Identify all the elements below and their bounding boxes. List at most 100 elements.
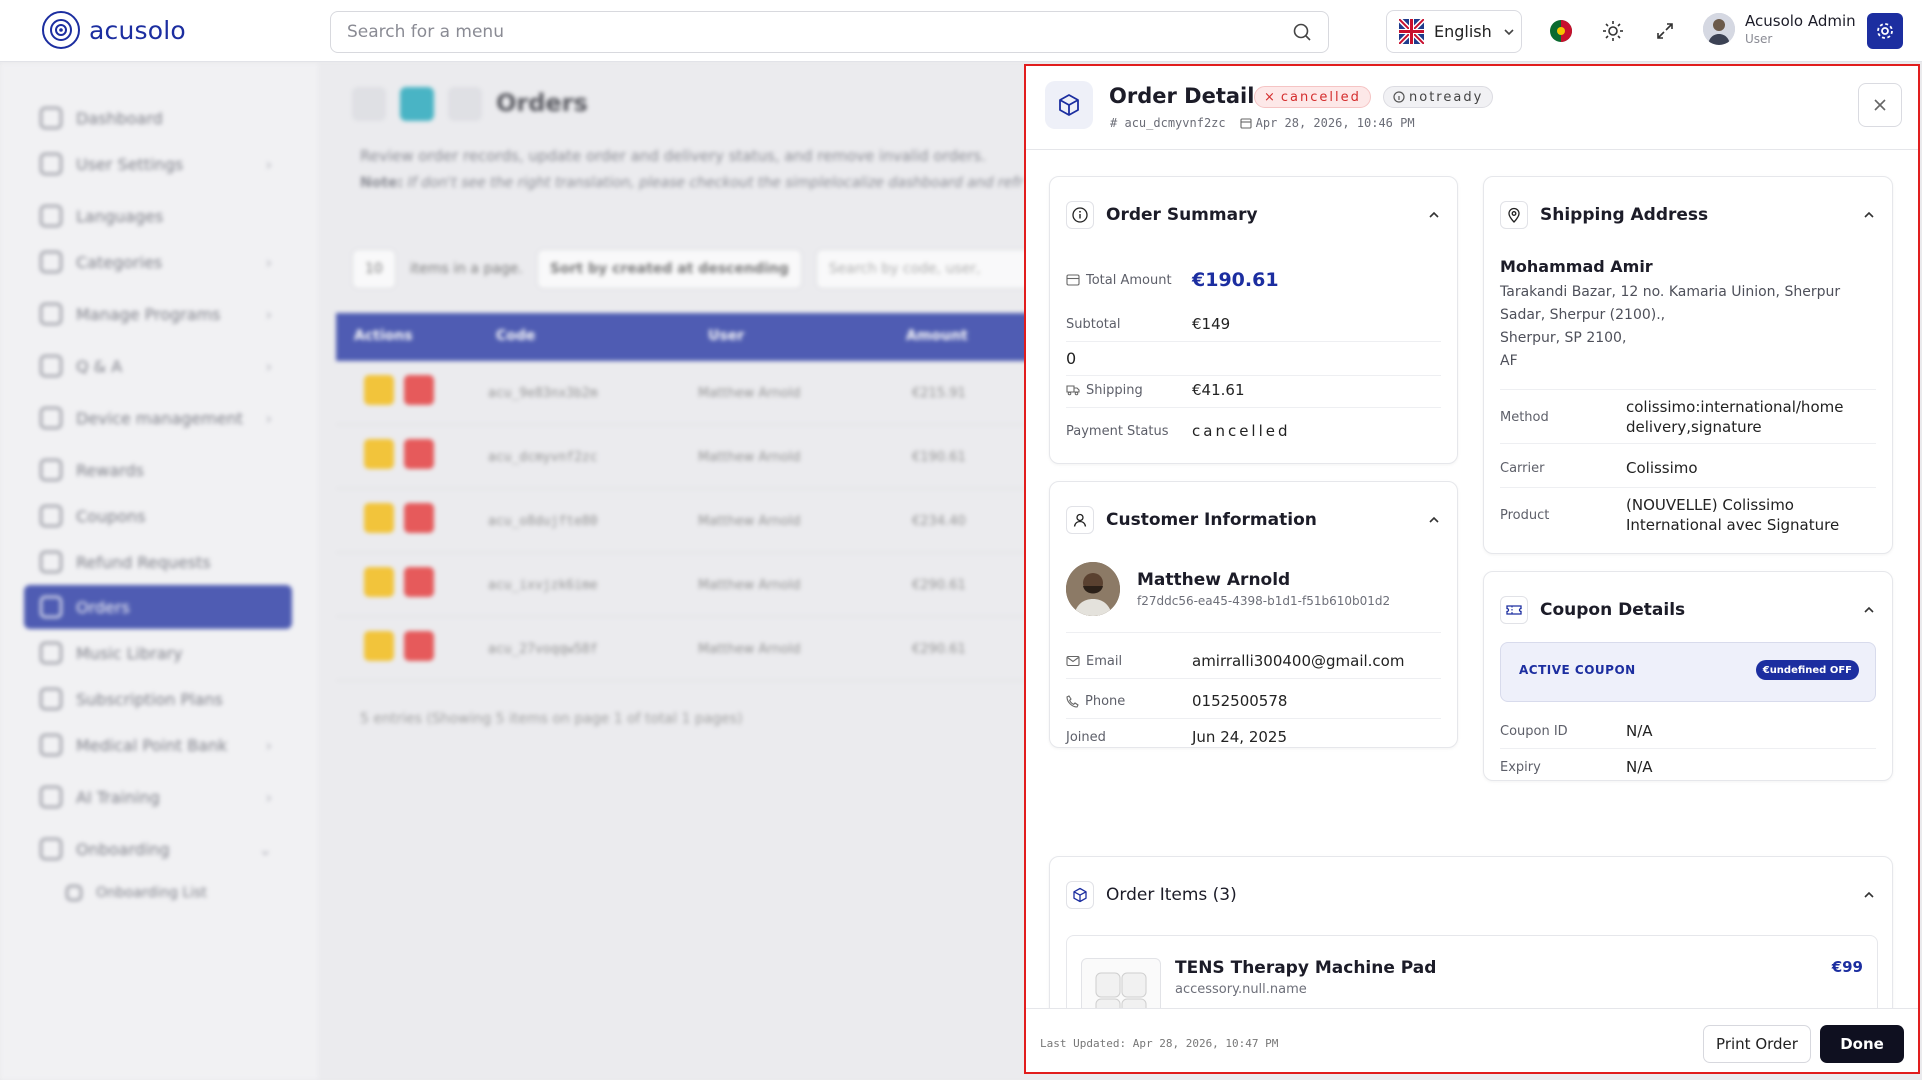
page-size-label: items in a page. [409, 261, 523, 277]
order-amount: €190.61 [912, 450, 966, 465]
total-amount-row: Total Amount €190.61 [1066, 269, 1441, 291]
sidebar-item-onboarding-list[interactable]: Onboarding List [50, 871, 318, 915]
back-button[interactable] [352, 87, 386, 121]
forward-button[interactable] [448, 87, 482, 121]
order-code-meta: # acu_dcmyvnf2zc [1110, 116, 1226, 130]
edit-button[interactable] [364, 631, 394, 661]
order-code: acu_ixvjzk6ime [488, 578, 598, 593]
fullscreen-icon[interactable] [1651, 17, 1679, 45]
order-items-header[interactable]: Order Items (3) [1066, 875, 1876, 915]
sidebar-item-onboarding[interactable]: Onboarding ⌄ [24, 827, 292, 871]
chevron-up-icon[interactable] [1862, 888, 1876, 902]
subtotal-row: Subtotal €149 [1066, 315, 1441, 333]
item-name: TENS Therapy Machine Pad [1175, 958, 1437, 978]
order-details-drawer: Order Details × cancelled notready # acu_… [1024, 64, 1920, 1074]
language-select[interactable]: English [1386, 10, 1522, 53]
edit-button[interactable] [364, 375, 394, 405]
shipping-label: Shipping [1086, 382, 1143, 398]
product-value: (NOUVELLE) Colissimo International avec … [1626, 496, 1840, 534]
shipping-address-header[interactable]: Shipping Address [1500, 195, 1876, 235]
region-flag-icon[interactable] [1547, 17, 1575, 45]
sidebar-item-ai-training[interactable]: AI Training › [24, 775, 292, 819]
sidebar-item-user-settings[interactable]: User Settings › [24, 142, 292, 186]
shipping-row: Shipping €41.61 [1066, 381, 1441, 399]
done-button[interactable]: Done [1820, 1025, 1904, 1063]
close-button[interactable] [1858, 83, 1902, 127]
sidebar-item-orders[interactable]: Orders [24, 585, 292, 629]
delete-button[interactable] [404, 375, 434, 405]
order-amount: €234.40 [912, 514, 966, 529]
table-search-input[interactable]: Search by code, user, [815, 249, 1036, 289]
sidebar-item-dashboard[interactable]: Dashboard [24, 96, 292, 140]
total-amount-value: €190.61 [1192, 269, 1279, 291]
print-order-button[interactable]: Print Order [1703, 1025, 1811, 1063]
column-amount[interactable]: Amount [906, 328, 968, 344]
order-code: acu_o8dujfte80 [488, 514, 598, 529]
payment-status-row: Payment Status cancelled [1066, 422, 1441, 440]
coupon-details-header[interactable]: Coupon Details [1500, 590, 1876, 630]
edit-button[interactable] [364, 567, 394, 597]
sidebar-item-coupons[interactable]: Coupons [24, 494, 292, 538]
user-menu[interactable]: Acusolo Admin User [1703, 12, 1856, 46]
chevron-up-icon[interactable] [1427, 208, 1441, 222]
sidebar-item-rewards[interactable]: Rewards [24, 448, 292, 492]
phone-value[interactable]: 0152500578 [1192, 692, 1287, 710]
delete-button[interactable] [404, 567, 434, 597]
sidebar-item-label: Onboarding [76, 839, 170, 859]
column-user[interactable]: User [708, 328, 744, 344]
sidebar-item-device-management[interactable]: Device management › [24, 396, 292, 440]
column-code[interactable]: Code [496, 328, 535, 344]
chevron-up-icon[interactable] [1427, 513, 1441, 527]
logo[interactable]: acusolo [42, 11, 186, 49]
programs-icon [40, 303, 62, 325]
sidebar-item-label: Music Library [76, 643, 183, 663]
sidebar-item-manage-programs[interactable]: Manage Programs › [24, 292, 292, 336]
method-label: Method [1500, 410, 1549, 425]
divider [1066, 632, 1441, 633]
x-icon: × [1264, 89, 1277, 105]
chevron-right-icon: › [265, 735, 272, 755]
sidebar-item-label: Languages [76, 206, 164, 226]
expiry-row: Expiry N/A [1500, 758, 1876, 776]
calendar-icon [1240, 117, 1252, 129]
status-badge-label: cancelled [1280, 89, 1361, 105]
delete-button[interactable] [404, 631, 434, 661]
sidebar-item-categories[interactable]: Categories › [24, 240, 292, 284]
refresh-button[interactable] [400, 87, 434, 121]
question-icon [40, 355, 62, 377]
edit-button[interactable] [364, 503, 394, 533]
address-line: Sadar, Sherpur (2100)., [1500, 307, 1666, 323]
payment-status-value: cancelled [1192, 422, 1291, 440]
order-summary-header[interactable]: Order Summary [1066, 195, 1441, 235]
page-size-select[interactable]: 10 [352, 249, 396, 289]
settings-button[interactable] [1867, 13, 1903, 49]
sidebar-item-label: Medical Point Bank [76, 735, 228, 755]
chevron-up-icon[interactable] [1862, 603, 1876, 617]
recipient-address: Tarakandi Bazar, 12 no. Kamaria Uinion, … [1500, 281, 1840, 373]
edit-button[interactable] [364, 439, 394, 469]
delete-button[interactable] [404, 439, 434, 469]
delete-button[interactable] [404, 503, 434, 533]
theme-toggle-icon[interactable] [1599, 17, 1627, 45]
order-user: Matthew Arnold [698, 386, 801, 401]
chevron-up-icon[interactable] [1862, 208, 1876, 222]
expiry-value: N/A [1626, 758, 1653, 776]
sidebar-item-medical-point-bank[interactable]: Medical Point Bank › [24, 723, 292, 767]
order-user: Matthew Arnold [698, 578, 801, 593]
sidebar-item-music-library[interactable]: Music Library [24, 631, 292, 675]
sort-select[interactable]: Sort by created at descending [536, 249, 802, 289]
menu-search-input[interactable]: Search for a menu [330, 11, 1329, 53]
customer-info-header[interactable]: Customer Information [1066, 500, 1441, 540]
credit-card-icon [1066, 274, 1080, 286]
customer-id: f27ddc56-ea45-4398-b1d1-f51b610b01d2 [1137, 594, 1391, 608]
sidebar-item-refund-requests[interactable]: Refund Requests [24, 540, 292, 584]
chevron-down-icon: ⌄ [258, 839, 272, 859]
user-role: User [1745, 32, 1773, 46]
info-icon [1066, 201, 1094, 229]
sidebar-item-subscription-plans[interactable]: Subscription Plans [24, 677, 292, 721]
sidebar-item-languages[interactable]: Languages [24, 194, 292, 238]
coupon-details-card: Coupon Details ACTIVE COUPON €undefined … [1483, 571, 1893, 781]
email-value[interactable]: amirralli300400@gmail.com [1192, 652, 1404, 670]
language-label: English [1434, 22, 1492, 41]
sidebar-item-qa[interactable]: Q & A › [24, 344, 292, 388]
